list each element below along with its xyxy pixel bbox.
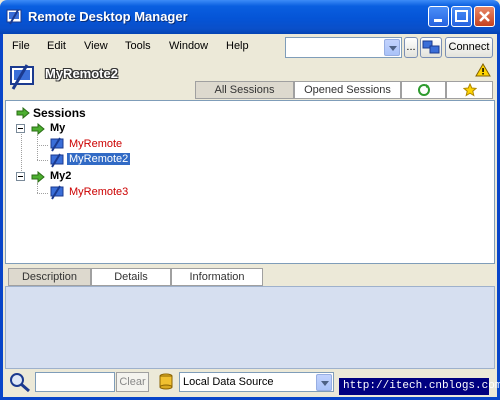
favorites-icon (462, 82, 477, 97)
tab-refresh[interactable] (401, 81, 446, 99)
refresh-icon (417, 84, 430, 96)
menu-window[interactable]: Window (169, 40, 208, 52)
menu-bar: File Edit View Tools Window Help (3, 34, 283, 58)
tab-favorites[interactable] (446, 81, 493, 99)
maximize-button[interactable] (451, 6, 472, 27)
title-bar: Remote Desktop Manager (0, 0, 500, 34)
arrow-icon (31, 123, 45, 135)
tree-root-sessions[interactable]: Sessions (33, 106, 86, 120)
clear-button[interactable]: Clear (116, 372, 149, 392)
tree-line (37, 135, 38, 160)
tab-all-sessions[interactable]: All Sessions (195, 81, 294, 99)
tree-line (37, 145, 48, 146)
tab-opened-sessions[interactable]: Opened Sessions (294, 81, 401, 99)
tree-group-my2[interactable]: My2 (50, 170, 71, 182)
chevron-down-icon[interactable] (316, 374, 332, 391)
computer-icon (50, 153, 64, 168)
menu-help[interactable]: Help (226, 40, 249, 52)
window-title: Remote Desktop Manager (28, 9, 188, 24)
tab-description[interactable]: Description (8, 268, 91, 286)
menu-view[interactable]: View (84, 40, 108, 52)
session-tree[interactable]: Sessions My MyRemote MyRemote2 My2 MyRem… (5, 100, 495, 264)
tree-item-myremote3[interactable]: MyRemote3 (69, 186, 128, 198)
tree-line (37, 183, 38, 193)
menu-tools[interactable]: Tools (125, 40, 151, 52)
tree-item-myremote2[interactable]: MyRemote2 (67, 153, 131, 165)
chevron-down-icon[interactable] (384, 39, 400, 56)
menu-edit[interactable]: Edit (47, 40, 66, 52)
expander-icon[interactable] (16, 124, 25, 133)
datasource-select[interactable]: Local Data Source (179, 372, 334, 392)
tree-line (37, 193, 48, 194)
menu-file[interactable]: File (12, 40, 30, 52)
session-icon (10, 64, 34, 90)
network-button[interactable] (420, 37, 442, 58)
search-icon (10, 373, 30, 392)
tab-details[interactable]: Details (91, 268, 171, 286)
expander-icon[interactable] (16, 172, 25, 181)
tab-information[interactable]: Information (171, 268, 263, 286)
tree-item-myremote[interactable]: MyRemote (69, 138, 122, 150)
close-button[interactable] (474, 6, 495, 27)
close-icon (479, 11, 490, 22)
computer-icon (50, 137, 64, 152)
maximize-icon (455, 10, 468, 22)
warning-icon[interactable] (475, 63, 491, 77)
app-icon (6, 9, 22, 25)
tree-group-my[interactable]: My (50, 122, 65, 134)
datasource-value: Local Data Source (183, 376, 274, 388)
datasource-icon (159, 373, 173, 390)
description-panel (5, 286, 495, 369)
tree-line (37, 160, 48, 161)
minimize-button[interactable] (428, 6, 449, 27)
search-input[interactable] (35, 372, 115, 392)
watermark-text: http://itech.cnblogs.com/ (339, 378, 500, 395)
session-title: MyRemote2 (45, 66, 118, 81)
network-icon (422, 40, 440, 54)
minimize-icon (434, 19, 442, 22)
quick-connect-combo[interactable] (285, 37, 402, 58)
arrow-icon (31, 171, 45, 183)
connect-button[interactable]: Connect (445, 37, 493, 58)
arrow-icon (16, 107, 30, 119)
computer-icon (50, 185, 64, 200)
browse-button[interactable]: ... (404, 37, 418, 58)
